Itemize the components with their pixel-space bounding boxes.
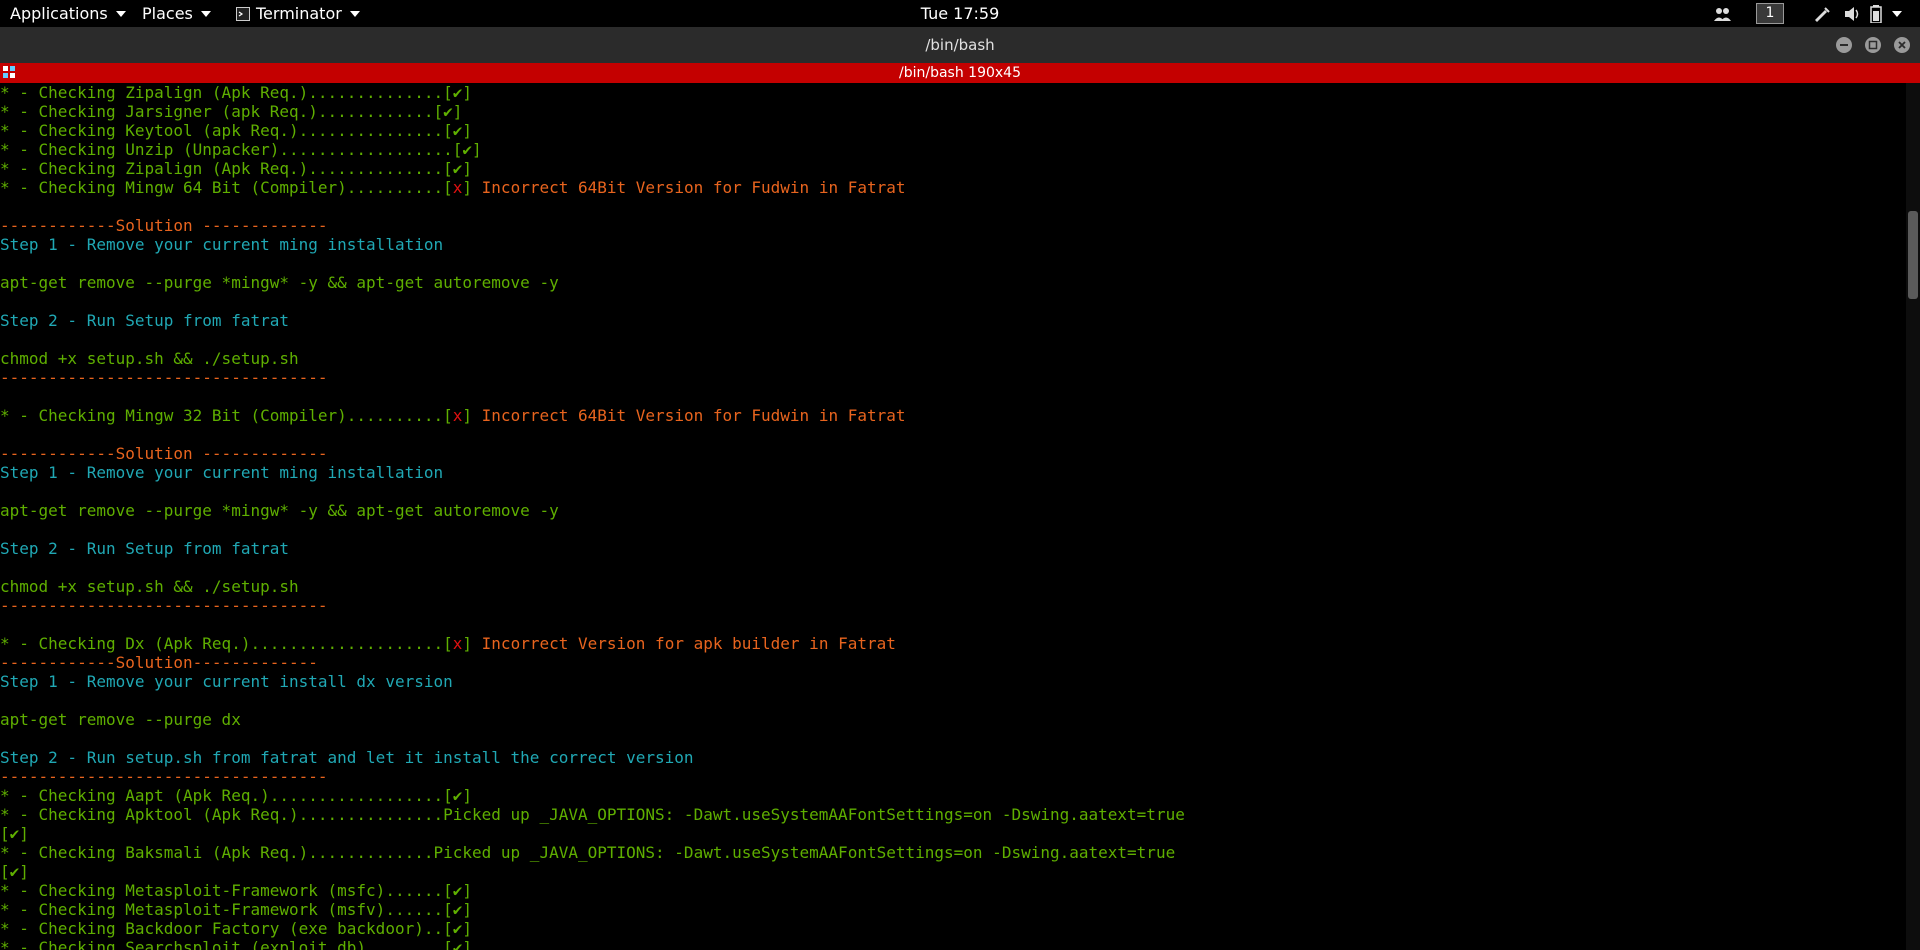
applications-label: Applications xyxy=(10,4,108,23)
terminal-line: * - Checking Baksmali (Apk Req.)........… xyxy=(0,843,1176,862)
terminal-line: Step 1 - Remove your current ming instal… xyxy=(0,463,444,482)
chevron-down-icon xyxy=(349,10,360,17)
chevron-down-icon xyxy=(200,10,211,17)
top-panel: Applications Places Terminator Tue 17:59… xyxy=(0,0,1920,27)
terminal-line: * - Checking Mingw 32 Bit (Compiler)....… xyxy=(0,406,906,425)
terminal-line: * - Checking Mingw 64 Bit (Compiler)....… xyxy=(0,178,906,197)
terminal-line: [✔] xyxy=(0,862,29,881)
pen-icon xyxy=(1815,6,1830,22)
terminal-line: apt-get remove --purge *mingw* -y && apt… xyxy=(0,273,559,292)
minimize-button[interactable] xyxy=(1836,37,1852,53)
close-icon xyxy=(1898,41,1906,49)
terminal-line: ---------------------------------- xyxy=(0,368,328,387)
applications-menu[interactable]: Applications xyxy=(10,0,126,27)
system-menu[interactable] xyxy=(1892,0,1902,27)
people-icon-glyph xyxy=(1714,7,1731,21)
terminal-line: chmod +x setup.sh && ./setup.sh xyxy=(0,577,299,596)
terminator-label: Terminator xyxy=(256,4,342,23)
terminal-line: * - Checking Zipalign (Apk Req.)........… xyxy=(0,159,473,178)
maximize-button[interactable] xyxy=(1865,37,1881,53)
terminal-line: Step 1 - Remove your current ming instal… xyxy=(0,235,444,254)
terminal-line: ---------------------------------- xyxy=(0,767,328,786)
terminal-line: Step 2 - Run setup.sh from fatrat and le… xyxy=(0,748,694,767)
chevron-down-icon xyxy=(115,10,126,17)
terminal-tab-header[interactable]: /bin/bash 190x45 xyxy=(0,63,1920,83)
window-titlebar[interactable]: /bin/bash xyxy=(0,27,1920,63)
terminal-line: * - Checking Zipalign (Apk Req.)........… xyxy=(0,83,473,102)
volume-icon[interactable] xyxy=(1844,0,1862,27)
terminal-icon xyxy=(236,6,250,21)
terminal-line: * - Checking Jarsigner (apk Req.).......… xyxy=(0,102,463,121)
terminal-line: * - Checking Unzip (Unpacker)...........… xyxy=(0,140,482,159)
terminal-line: ------------Solution ------------- xyxy=(0,444,328,463)
terminal-tab-title: /bin/bash 190x45 xyxy=(899,65,1021,81)
minimize-icon xyxy=(1840,44,1848,46)
terminal-line: * - Checking Metasploit-Framework (msfc)… xyxy=(0,881,473,900)
maximize-icon xyxy=(1868,40,1878,50)
places-label: Places xyxy=(142,4,193,23)
workspace-switcher[interactable]: 1 xyxy=(1756,0,1784,27)
terminal-line: Step 1 - Remove your current install dx … xyxy=(0,672,453,691)
terminal-line: [✔] xyxy=(0,824,29,843)
battery-icon[interactable] xyxy=(1870,0,1882,27)
people-icon[interactable] xyxy=(1713,0,1733,27)
terminal-line: * - Checking Keytool (apk Req.).........… xyxy=(0,121,473,140)
terminal-line: ------------Solution------------- xyxy=(0,653,318,672)
terminal-line: ---------------------------------- xyxy=(0,596,328,615)
battery-icon-glyph xyxy=(1870,4,1882,23)
terminator-app-menu[interactable]: Terminator xyxy=(236,0,360,27)
terminal-line: chmod +x setup.sh && ./setup.sh xyxy=(0,349,299,368)
terminal-line: * - Checking Backdoor Factory (exe backd… xyxy=(0,919,473,938)
terminal-line: apt-get remove --purge *mingw* -y && apt… xyxy=(0,501,559,520)
terminal-line: Step 2 - Run Setup from fatrat xyxy=(0,311,289,330)
terminal-line: * - Checking Searchsploit (exploit db)..… xyxy=(0,938,473,950)
network-icon[interactable] xyxy=(1812,0,1830,27)
terminal-output[interactable]: * - Checking Zipalign (Apk Req.)........… xyxy=(0,83,1906,950)
workspace-number: 1 xyxy=(1756,3,1784,24)
terminal-line: Step 2 - Run Setup from fatrat xyxy=(0,539,289,558)
chevron-down-icon xyxy=(1892,10,1902,17)
terminal-line: apt-get remove --purge dx xyxy=(0,710,241,729)
terminal-line: * - Checking Aapt (Apk Req.)............… xyxy=(0,786,473,805)
places-menu[interactable]: Places xyxy=(142,0,211,27)
scrollbar-thumb[interactable] xyxy=(1908,211,1918,299)
window-title: /bin/bash xyxy=(925,36,995,54)
terminal-line: * - Checking Apktool (Apk Req.).........… xyxy=(0,805,1185,824)
close-button[interactable] xyxy=(1894,37,1910,53)
terminal-scrollbar[interactable] xyxy=(1906,83,1920,950)
terminal-line: * - Checking Dx (Apk Req.)..............… xyxy=(0,634,896,653)
terminal-line: ------------Solution ------------- xyxy=(0,216,328,235)
terminal-line: * - Checking Metasploit-Framework (msfv)… xyxy=(0,900,473,919)
speaker-icon xyxy=(1845,6,1859,21)
